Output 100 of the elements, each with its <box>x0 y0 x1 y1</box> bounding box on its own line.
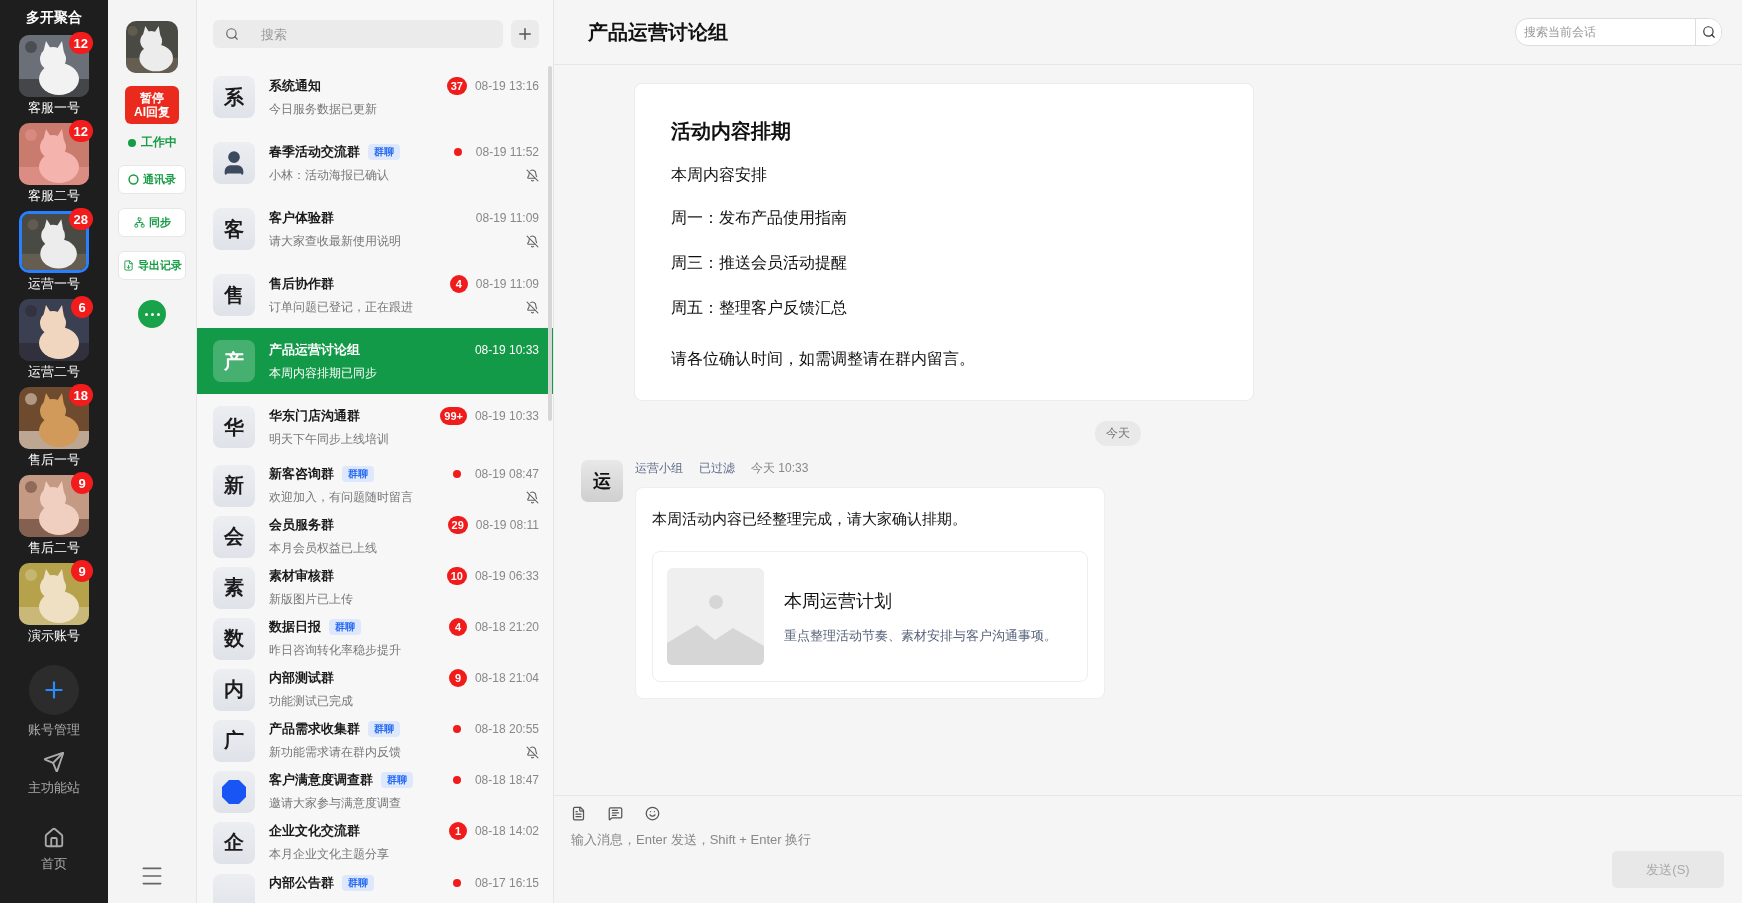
unread-badge: 12 <box>68 120 93 142</box>
search-icon[interactable] <box>1695 19 1721 45</box>
chat-bubble-icon[interactable] <box>138 300 166 328</box>
chat-preview: 今日服务数据已更新 <box>269 100 377 118</box>
group-tag: 群聊 <box>329 619 361 635</box>
chat-time: 08-18 18:47 <box>474 773 539 787</box>
account-manage-label: 账号管理 <box>28 721 80 739</box>
unread-badge: 29 <box>447 516 468 534</box>
sender-name: 运营小组 <box>635 460 683 477</box>
home-icon[interactable] <box>43 827 65 849</box>
chat-row[interactable]: 新 新客咨询群 群聊 08-19 08:47 欢迎加入，有问题随时留言 <box>197 460 553 511</box>
chat-preview: 欢迎加入，有问题随时留言 <box>269 489 413 506</box>
chat-name: 客户体验群 <box>269 208 334 227</box>
chat-preview: 昨日咨询转化率稳步提升 <box>269 642 401 659</box>
search-input[interactable]: 搜索 <box>259 25 503 43</box>
pause-ai-button[interactable]: 暂停 AI回复 <box>125 86 179 124</box>
plus-icon <box>516 25 534 43</box>
file-icon[interactable] <box>571 806 586 821</box>
search-icon <box>225 27 239 41</box>
chat-time: 08-18 21:20 <box>474 620 539 634</box>
group-tag: 群聊 <box>368 143 400 160</box>
chat-row[interactable]: 产 产品运营讨论组 08-19 10:33 本周内容排期已同步 <box>197 328 553 394</box>
chat-name: 素材审核群 <box>269 567 334 585</box>
unread-badge: 4 <box>449 274 468 293</box>
schedule-line: 周一：发布产品使用指南 <box>671 208 848 228</box>
send-icon[interactable] <box>43 751 65 773</box>
chat-row[interactable]: 内 内部测试群 9 08-18 21:04 功能测试已完成 <box>197 664 553 715</box>
card-title: 活动内容排期 <box>671 119 792 144</box>
chat-name: 产品需求收集群 <box>269 720 360 738</box>
search-field[interactable]: 搜索 <box>213 20 503 48</box>
person-icon <box>213 142 255 184</box>
link-card[interactable]: 本周运营计划 重点整理活动节奏、素材安排与客户沟通事项。 <box>652 551 1088 682</box>
message-time: 今天 10:33 <box>751 460 809 477</box>
action-button[interactable]: 通讯录 <box>118 165 186 194</box>
message-input[interactable]: 输入消息，Enter 发送，Shift + Enter 换行 <box>571 831 1724 851</box>
add-button[interactable] <box>511 20 539 48</box>
image-placeholder-icon <box>667 568 764 665</box>
message-icon[interactable] <box>608 806 623 821</box>
chat-time: 08-19 10:33 <box>474 408 539 423</box>
chat-name: 产品运营讨论组 <box>269 340 360 359</box>
unread-badge: 6 <box>71 296 93 318</box>
file-icon <box>122 260 134 271</box>
unread-badge: 9 <box>448 669 467 687</box>
chat-row[interactable]: 客户满意度调查群 群聊 08-18 18:47 邀请大家参与满意度调查 <box>197 766 553 817</box>
chat-avatar: 售 <box>213 274 255 316</box>
chat-row[interactable]: 内部公告群 群聊 08-17 16:15 <box>197 868 553 903</box>
unread-badge: 99+ <box>440 406 467 425</box>
chat-name: 新客咨询群 <box>269 465 334 483</box>
conversation-search-field[interactable]: 搜索当前会话 <box>1515 18 1722 46</box>
schedule-line: 周五：整理客户反馈汇总 <box>671 298 848 318</box>
chat-time: 08-18 14:02 <box>474 824 539 838</box>
account-name: 客服一号 <box>28 99 80 117</box>
link-description: 重点整理活动节奏、素材安排与客户沟通事项。 <box>784 626 1057 645</box>
chat-preview: 邀请大家参与满意度调查 <box>269 795 401 812</box>
status-label: 工作中 <box>127 134 177 151</box>
unread-badge: 18 <box>68 384 93 406</box>
chat-preview: 本月会员权益已上线 <box>269 540 377 557</box>
chat-time: 08-19 08:47 <box>474 467 539 481</box>
date-divider: 今天 <box>1095 421 1141 446</box>
chat-preview: 新功能需求请在群内反馈 <box>269 744 401 761</box>
conversation-search-input[interactable]: 搜索当前会话 <box>1516 24 1695 40</box>
chat-row[interactable]: 系 系统通知 37 08-19 13:16 今日服务数据已更新 <box>197 64 553 130</box>
filter-tag: 已过滤 <box>699 460 735 477</box>
chat-name: 华东门店沟通群 <box>269 406 360 425</box>
chat-name: 售后协作群 <box>269 274 334 293</box>
chat-avatar: 素 <box>213 566 255 609</box>
conversation-title: 产品运营讨论组 <box>588 19 728 45</box>
chat-row[interactable]: 会 会员服务群 29 08-19 08:11 本月会员权益已上线 <box>197 511 553 562</box>
chat-avatar: 华 <box>213 406 255 448</box>
emoji-icon[interactable] <box>645 806 660 821</box>
chat-row[interactable]: 售 售后协作群 4 08-19 11:09 订单问题已登记，正在跟进 <box>197 262 553 328</box>
chat-row[interactable]: 数 数据日报 群聊 4 08-18 21:20 昨日咨询转化率稳步提升 <box>197 613 553 664</box>
action-button[interactable]: 同步 <box>118 208 186 237</box>
network-icon <box>133 217 145 228</box>
chat-row[interactable]: 客 客户体验群 08-19 11:09 请大家查收最新使用说明 <box>197 196 553 262</box>
home-label: 首页 <box>41 855 67 873</box>
unread-badge: 1 <box>448 822 467 840</box>
chat-avatar: 新 <box>213 464 255 507</box>
chat-time: 08-19 10:33 <box>474 342 539 357</box>
add-account-button[interactable] <box>29 665 79 715</box>
unread-badge: 9 <box>71 560 93 582</box>
chat-row[interactable]: 企 企业文化交流群 1 08-18 14:02 本月企业文化主题分享 <box>197 817 553 868</box>
unread-badge: 37 <box>446 76 467 95</box>
account-name: 售后二号 <box>28 539 80 557</box>
chat-row[interactable]: 春季活动交流群 群聊 08-19 11:52 小林：活动海报已确认 <box>197 130 553 196</box>
chat-preview: 本月企业文化主题分享 <box>269 846 389 863</box>
action-button[interactable]: 导出记录 <box>118 251 186 280</box>
chat-name: 内部测试群 <box>269 669 334 687</box>
chat-name: 会员服务群 <box>269 516 334 534</box>
chat-avatar: 客 <box>213 208 255 250</box>
app-title: 多开聚合 <box>26 9 82 27</box>
unread-badge: 28 <box>68 208 93 230</box>
chat-row[interactable]: 广 产品需求收集群 群聊 08-18 20:55 新功能需求请在群内反馈 <box>197 715 553 766</box>
chat-time: 08-17 16:15 <box>474 876 539 890</box>
chat-name: 企业文化交流群 <box>269 822 360 840</box>
chat-name: 客户满意度调查群 <box>269 771 373 789</box>
sender-avatar: 运 <box>581 460 623 502</box>
account-name: 客服二号 <box>28 187 80 205</box>
chat-row[interactable]: 素 素材审核群 10 08-19 06:33 新版图片已上传 <box>197 562 553 613</box>
chat-row[interactable]: 华 华东门店沟通群 99+ 08-19 10:33 明天下午同步上线培训 <box>197 394 553 460</box>
